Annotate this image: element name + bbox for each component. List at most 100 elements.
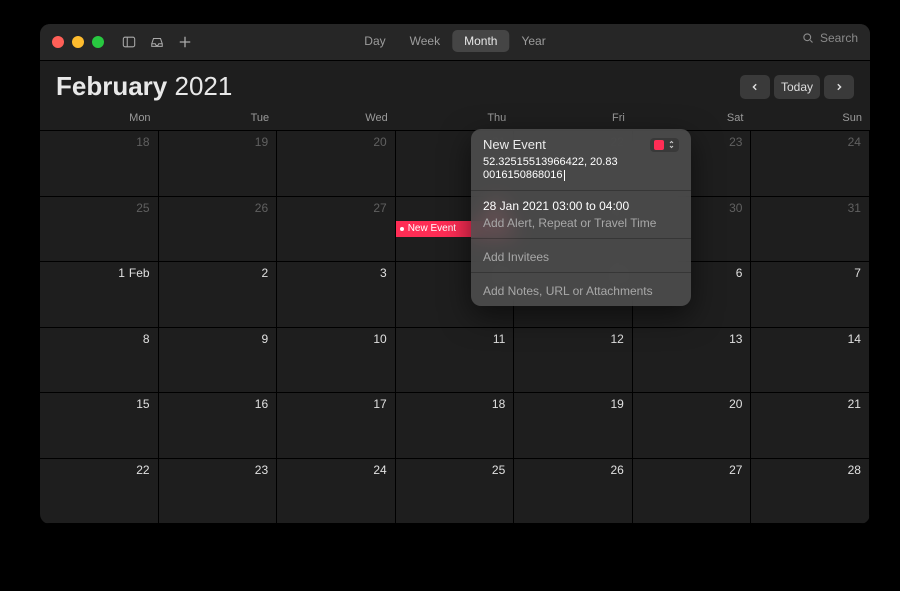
calendars-sidebar-icon[interactable] <box>122 35 136 49</box>
day-number: 22 <box>136 463 149 477</box>
day-number: 18 <box>136 135 149 149</box>
day-cell[interactable]: 26 <box>514 459 633 525</box>
day-number: 15 <box>136 397 149 411</box>
day-number: 19 <box>255 135 268 149</box>
view-year[interactable]: Year <box>509 30 557 52</box>
day-cell[interactable]: 28 <box>751 459 870 525</box>
prev-month-button[interactable] <box>740 75 770 99</box>
day-cell[interactable]: 24 <box>277 459 396 525</box>
day-number: 13 <box>729 332 742 346</box>
day-cell[interactable]: 3 <box>277 262 396 328</box>
day-number: 17 <box>373 397 386 411</box>
today-button[interactable]: Today <box>774 75 820 99</box>
day-cell[interactable]: 10 <box>277 328 396 394</box>
day-cell[interactable]: 17 <box>277 393 396 459</box>
event-invitees-field[interactable]: Add Invitees <box>483 250 679 264</box>
day-number: 27 <box>373 201 386 215</box>
day-number: 27 <box>729 463 742 477</box>
day-cell[interactable]: 18 <box>396 393 515 459</box>
day-number: 8 <box>143 332 150 346</box>
day-number: 26 <box>255 201 268 215</box>
day-number: 9 <box>261 332 268 346</box>
day-cell[interactable]: 7 <box>751 262 870 328</box>
month-header: February 2021 Today <box>40 61 870 108</box>
color-swatch <box>654 140 664 150</box>
day-number: 11 <box>493 332 505 346</box>
day-number: 24 <box>373 463 386 477</box>
calendar-window: Day Week Month Year Search February 2021… <box>40 24 870 524</box>
day-cell[interactable]: 13 <box>633 328 752 394</box>
day-cell[interactable]: 23 <box>159 459 278 525</box>
month-nav: Today <box>740 75 854 99</box>
day-cell[interactable]: 27 <box>633 459 752 525</box>
day-cell[interactable]: 19 <box>159 131 278 197</box>
minimize-window-button[interactable] <box>72 36 84 48</box>
day-number: 26 <box>610 463 623 477</box>
next-month-button[interactable] <box>824 75 854 99</box>
inbox-icon[interactable] <box>150 35 164 49</box>
day-cell[interactable]: 14 <box>751 328 870 394</box>
day-cell[interactable]: 16 <box>159 393 278 459</box>
day-cell[interactable]: 25 <box>396 459 515 525</box>
day-cell[interactable]: 18 <box>40 131 159 197</box>
event-popover: New Event 52.32515513966422, 20.83​00161… <box>471 129 691 306</box>
day-cell[interactable]: 12 <box>514 328 633 394</box>
view-month[interactable]: Month <box>452 30 509 52</box>
month-title: February 2021 <box>56 71 232 102</box>
weekday-label: Sat <box>633 108 752 130</box>
weekday-label: Sun <box>751 108 870 130</box>
day-number: 28 <box>848 463 861 477</box>
event-title-field[interactable]: New Event <box>483 137 546 152</box>
maximize-window-button[interactable] <box>92 36 104 48</box>
month-grid: 1819202122232425262728New Event03:002930… <box>40 131 870 524</box>
event-time-field[interactable]: 28 Jan 2021 03:00 to 04:00 <box>483 199 679 213</box>
calendar-color-select[interactable] <box>650 138 679 152</box>
view-week[interactable]: Week <box>398 30 452 52</box>
day-number: 31 <box>848 201 861 215</box>
day-cell[interactable]: 24 <box>751 131 870 197</box>
day-number: 3 <box>380 266 387 280</box>
event-alert-field[interactable]: Add Alert, Repeat or Travel Time <box>483 216 679 230</box>
day-number: 25 <box>492 463 505 477</box>
day-number: 12 <box>610 332 623 346</box>
day-number: 18 <box>492 397 505 411</box>
day-cell[interactable]: 15 <box>40 393 159 459</box>
weekday-label: Tue <box>159 108 278 130</box>
day-cell[interactable]: 20 <box>277 131 396 197</box>
weekday-label: Fri <box>514 108 633 130</box>
view-day[interactable]: Day <box>352 30 397 52</box>
day-cell[interactable]: 31 <box>751 197 870 263</box>
day-number: 25 <box>136 201 149 215</box>
day-number: 10 <box>373 332 386 346</box>
weekday-label: Thu <box>396 108 515 130</box>
day-cell[interactable]: 22 <box>40 459 159 525</box>
day-cell[interactable]: 20 <box>633 393 752 459</box>
day-cell[interactable]: 26 <box>159 197 278 263</box>
day-cell[interactable]: 21 <box>751 393 870 459</box>
weekday-label: Mon <box>40 108 159 130</box>
day-number: 23 <box>729 135 742 149</box>
day-cell[interactable]: 9 <box>159 328 278 394</box>
close-window-button[interactable] <box>52 36 64 48</box>
day-cell[interactable]: 2 <box>159 262 278 328</box>
day-cell[interactable]: 8 <box>40 328 159 394</box>
add-event-icon[interactable] <box>178 35 192 49</box>
search-placeholder: Search <box>820 31 858 45</box>
day-cell[interactable]: 25 <box>40 197 159 263</box>
updown-icon <box>668 140 675 149</box>
day-cell[interactable]: 19 <box>514 393 633 459</box>
window-controls <box>52 36 104 48</box>
search-field[interactable]: Search <box>802 31 858 45</box>
weekday-header: MonTueWedThuFriSatSun <box>40 108 870 131</box>
day-cell[interactable]: 27 <box>277 197 396 263</box>
day-cell[interactable]: 11 <box>396 328 515 394</box>
event-location-field[interactable]: 52.32515513966422, 20.83​0016150868016 <box>483 156 679 182</box>
day-number: 30 <box>729 201 742 215</box>
event-notes-field[interactable]: Add Notes, URL or Attachments <box>483 284 679 298</box>
day-cell[interactable]: 1Feb <box>40 262 159 328</box>
day-number: 1Feb <box>118 266 149 280</box>
day-number: 20 <box>729 397 742 411</box>
day-number: 19 <box>610 397 623 411</box>
view-segmented-control: Day Week Month Year <box>352 30 557 52</box>
titlebar: Day Week Month Year Search <box>40 24 870 61</box>
